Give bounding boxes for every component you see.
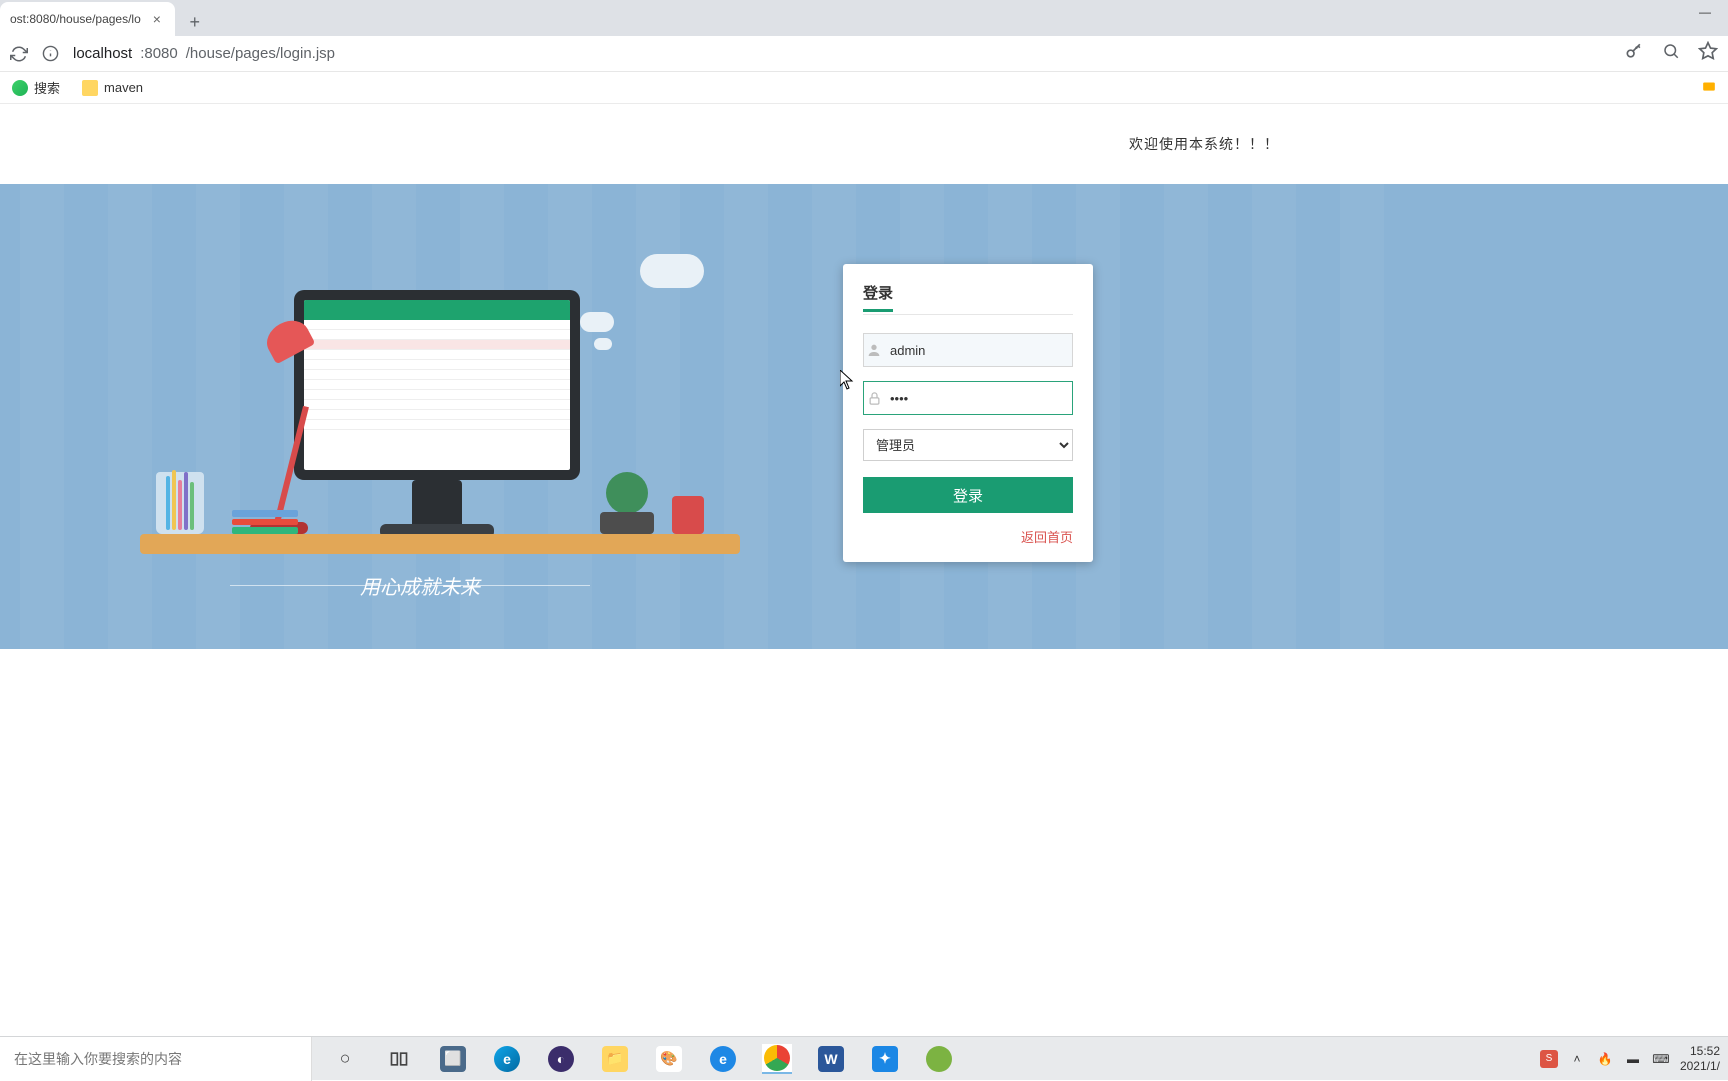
key-icon[interactable] — [1624, 41, 1644, 66]
explorer-icon[interactable]: 📁 — [600, 1044, 630, 1074]
url-host: localhost — [73, 45, 132, 62]
tab-title: ost:8080/house/pages/lo — [10, 12, 141, 26]
url-port: :8080 — [140, 45, 178, 62]
taskbar: 在这里输入你要搜索的内容 ○ ⬜ e ◐ 📁 🎨 e W ✦ S ˄ 🔥 ▬ ⌨… — [0, 1036, 1728, 1080]
tray-ime-icon[interactable]: S — [1540, 1050, 1558, 1068]
eclipse-icon[interactable]: ◐ — [546, 1044, 576, 1074]
url-display[interactable]: localhost :8080/house/pages/login.jsp — [73, 45, 335, 62]
books-icon — [232, 508, 298, 534]
username-field-wrap — [863, 333, 1073, 367]
keyboard-icon[interactable]: ⌨ — [1652, 1050, 1670, 1068]
user-icon — [864, 342, 884, 358]
login-title: 登录 — [863, 282, 893, 312]
username-input[interactable] — [884, 334, 1072, 366]
ie-icon[interactable]: e — [708, 1044, 738, 1074]
paint-icon[interactable]: 🎨 — [654, 1044, 684, 1074]
password-input[interactable] — [884, 382, 1072, 414]
chrome-icon[interactable] — [762, 1044, 792, 1074]
word-icon[interactable]: W — [816, 1044, 846, 1074]
star-icon[interactable] — [1698, 41, 1718, 66]
pencil-cup-icon — [156, 472, 204, 534]
clock-date: 2021/1/ — [1680, 1059, 1720, 1073]
desk-illustration: 用心成就未来 — [140, 228, 740, 598]
welcome-text: 欢迎使用本系统！！！ — [0, 104, 1728, 184]
tray-app-icon[interactable]: 🔥 — [1596, 1050, 1614, 1068]
browser-tab-bar: ost:8080/house/pages/lo × + ― — [0, 0, 1728, 36]
clock-time: 15:52 — [1680, 1044, 1720, 1058]
clock[interactable]: 15:52 2021/1/ — [1680, 1044, 1720, 1073]
cortana-icon[interactable]: ○ — [330, 1044, 360, 1074]
bookmarks-overflow-icon[interactable] — [1702, 79, 1716, 96]
close-icon[interactable]: × — [149, 11, 165, 27]
system-tray: S ˄ 🔥 ▬ ⌨ 15:52 2021/1/ — [1540, 1044, 1728, 1073]
login-button[interactable]: 登录 — [863, 477, 1073, 513]
login-card: 登录 管理员 登录 返回首页 — [843, 264, 1093, 562]
slogan-text: 用心成就未来 — [360, 571, 480, 600]
bookmark-label: maven — [104, 80, 143, 95]
bookmark-label: 搜索 — [34, 78, 60, 97]
bookmark-search[interactable]: 搜索 — [12, 78, 60, 97]
minimize-button[interactable]: ― — [1682, 0, 1728, 24]
mug-icon — [672, 496, 704, 534]
url-path: /house/pages/login.jsp — [186, 45, 335, 62]
lock-icon — [864, 391, 884, 406]
new-tab-button[interactable]: + — [181, 8, 209, 36]
task-view-icon[interactable] — [384, 1044, 414, 1074]
app-icon[interactable]: ⬜ — [438, 1044, 468, 1074]
password-field-wrap — [863, 381, 1073, 415]
page-content: 欢迎使用本系统！！！ — [0, 104, 1728, 649]
browser-tab[interactable]: ost:8080/house/pages/lo × — [0, 2, 175, 36]
hero-section: 用心成就未来 登录 管理员 登录 返回首页 — [0, 184, 1728, 649]
reload-icon[interactable] — [10, 45, 28, 63]
cloud-icon — [580, 312, 614, 332]
folder-icon — [82, 80, 98, 96]
monitor-illustration — [294, 290, 580, 480]
edge-icon[interactable]: e — [492, 1044, 522, 1074]
zoom-icon[interactable] — [1662, 42, 1680, 65]
site-info-icon[interactable] — [42, 45, 59, 62]
taskbar-search[interactable]: 在这里输入你要搜索的内容 — [0, 1037, 312, 1081]
app-blue-icon[interactable]: ✦ — [870, 1044, 900, 1074]
360-icon — [12, 80, 28, 96]
app-green-icon[interactable] — [924, 1044, 954, 1074]
chevron-up-icon[interactable]: ˄ — [1568, 1050, 1586, 1068]
back-home-link[interactable]: 返回首页 — [863, 527, 1073, 546]
role-select[interactable]: 管理员 — [863, 429, 1073, 461]
window-controls: ― — [1682, 0, 1728, 24]
bookmarks-bar: 搜索 maven — [0, 72, 1728, 104]
bookmark-maven[interactable]: maven — [82, 80, 143, 96]
search-placeholder: 在这里输入你要搜索的内容 — [14, 1049, 182, 1069]
address-bar: localhost :8080/house/pages/login.jsp — [0, 36, 1728, 72]
battery-icon[interactable]: ▬ — [1624, 1050, 1642, 1068]
cloud-icon — [640, 254, 704, 288]
plant-icon — [600, 474, 654, 534]
cloud-icon — [594, 338, 612, 350]
